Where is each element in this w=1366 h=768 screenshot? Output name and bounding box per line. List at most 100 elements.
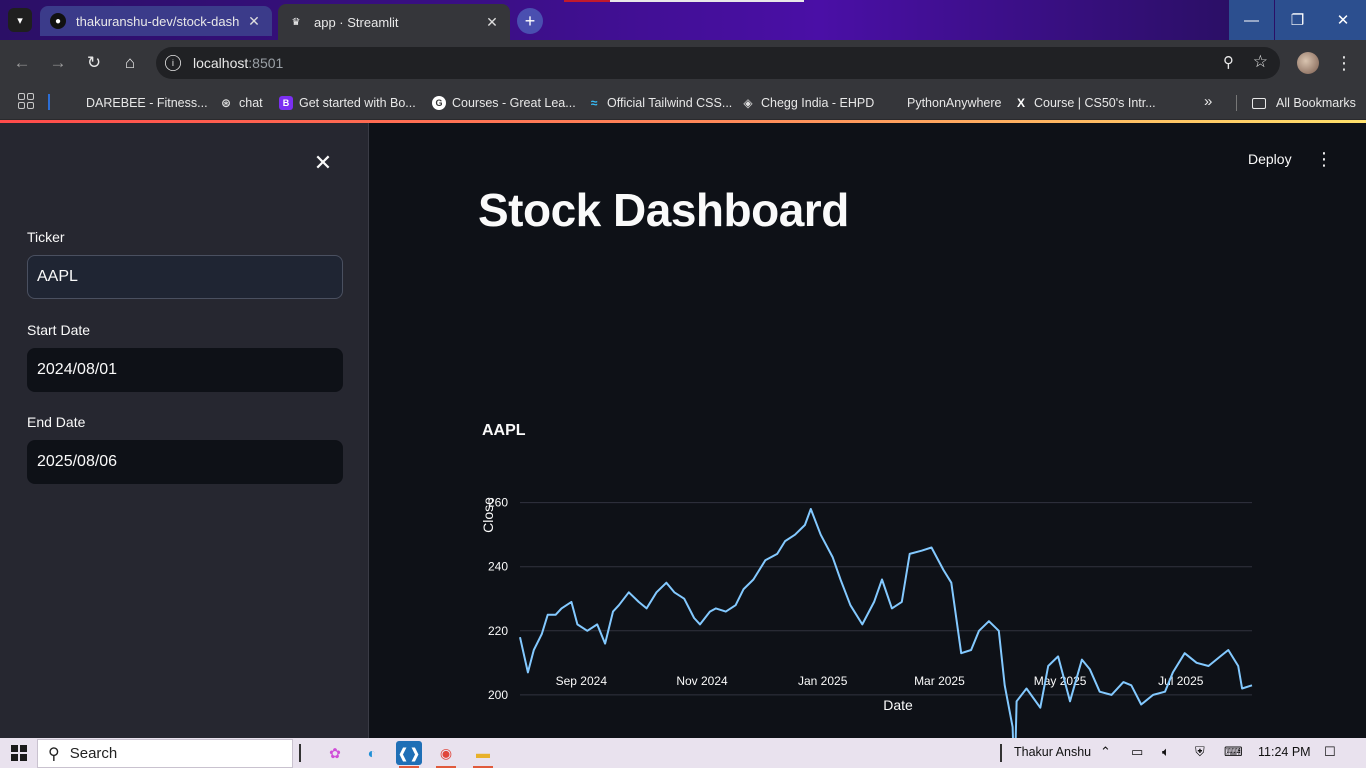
tab-title: app · Streamlit [314, 14, 399, 30]
keyboard-icon[interactable]: ⌨ [1224, 744, 1243, 760]
copilot-icon[interactable]: ✿ [322, 741, 348, 765]
ticker-label: Ticker [27, 229, 65, 245]
bookmark-star-icon[interactable]: ☆ [1253, 52, 1268, 72]
bookmark-tailwind[interactable]: ≈ Official Tailwind CSS... [587, 92, 733, 114]
page-title: Stock Dashboard [478, 184, 849, 236]
profile-avatar[interactable] [1297, 52, 1319, 74]
bookmark-label: PythonAnywhere [907, 96, 1002, 110]
x-tick-label: Jan 2025 [798, 674, 848, 688]
x-tick-label: Mar 2025 [914, 674, 965, 688]
tab-search-icon[interactable]: ▾ [8, 8, 32, 32]
window-close-icon[interactable]: ✕ [1320, 0, 1366, 40]
browser-tab-strip: ▾ ● thakuranshu-dev/stock-dashbo ✕ ♛ app… [0, 0, 1366, 40]
clock: 11:24 PM [1258, 745, 1311, 759]
x-axis-label: Date [883, 697, 913, 713]
end-date-input[interactable]: 2025/08/06 [27, 440, 343, 484]
forward-arrow-icon[interactable]: → [46, 51, 70, 75]
y-axis-label: Close [480, 497, 496, 533]
start-date-input[interactable]: 2024/08/01 [27, 348, 343, 392]
tab-streamlit[interactable]: ♛ app · Streamlit ✕ [278, 4, 510, 40]
url-host: localhost [193, 55, 249, 71]
address-bar[interactable]: i localhost:8501 ⚲ ☆ [156, 47, 1280, 79]
user-name: Thakur Anshu [1014, 745, 1092, 759]
y-tick-label: 240 [488, 560, 508, 574]
bookmark-label: DAREBEE - Fitness... [86, 96, 208, 110]
bookmark-label: Course | CS50's Intr... [1034, 96, 1156, 110]
notifications-icon[interactable]: ☐ [1324, 744, 1336, 760]
all-bookmarks-label: All Bookmarks [1276, 96, 1356, 110]
bookmarks-separator [48, 94, 50, 110]
apps-grid-icon[interactable] [18, 93, 34, 109]
x-tick-label: Jul 2025 [1158, 674, 1204, 688]
battery-icon[interactable]: ▭ [1131, 744, 1143, 760]
tailwind-icon: ≈ [590, 96, 598, 110]
pythonanywhere-icon [887, 96, 901, 110]
close-icon[interactable]: ✕ [484, 14, 500, 31]
chart-title: AAPL [482, 422, 526, 439]
volume-icon[interactable]: 🔈︎ [1162, 744, 1170, 760]
url-port: :8501 [248, 55, 284, 71]
security-icon[interactable]: ⛨ [1195, 744, 1205, 760]
bookmark-label: Get started with Bo... [299, 96, 416, 110]
chrome-icon[interactable]: ◉ [433, 741, 459, 768]
bookmark-pythonanywhere[interactable]: PythonAnywhere [887, 92, 1002, 114]
close-icon[interactable]: ✕ [246, 13, 262, 30]
bookmark-darebee[interactable]: DAREBEE - Fitness... [66, 92, 208, 114]
bookmark-label: Courses - Great Lea... [452, 96, 576, 110]
zoom-icon[interactable]: ⚲ [1223, 53, 1234, 71]
sidebar: ✕ Ticker AAPL Start Date 2024/08/01 End … [0, 123, 369, 738]
google-icon: G [432, 96, 446, 110]
tab-title: thakuranshu-dev/stock-dashbo [76, 13, 240, 29]
x-tick-label: Nov 2024 [676, 674, 728, 688]
site-info-icon[interactable]: i [165, 55, 181, 71]
y-tick-label: 200 [488, 688, 508, 702]
deploy-button[interactable]: Deploy [1248, 151, 1292, 167]
bookmark-chegg[interactable]: ◈ Chegg India - EHPD [741, 92, 874, 114]
home-icon[interactable]: ⌂ [118, 51, 142, 75]
strip-decoration [610, 0, 804, 2]
bookmark-cs50[interactable]: X Course | CS50's Intr... [1014, 92, 1156, 114]
chevron-up-icon[interactable]: ⌃ [1100, 744, 1111, 760]
bookmarks-bar: DAREBEE - Fitness... ⊛ chat B Get started … [0, 86, 1366, 120]
bookmark-label: Chegg India - EHPD [761, 96, 875, 110]
kebab-menu-icon[interactable]: ⋮ [1314, 149, 1334, 170]
reload-icon[interactable]: ↻ [82, 51, 106, 75]
taskbar: ⚲ Search ✿ ◐ ❰❱ ◉ ▬ Thakur Anshu ⌃ ▭ 🔈︎ ⛨… [0, 738, 1366, 768]
github-icon: ● [50, 13, 66, 29]
bookmark-chat[interactable]: ⊛ chat [219, 92, 263, 114]
end-date-label: End Date [27, 414, 86, 430]
bookmark-label: Official Tailwind CSS... [607, 96, 733, 110]
taskbar-search[interactable]: ⚲ Search [37, 739, 293, 768]
main-content: Deploy ⋮ Stock Dashboard AAPL 1802002202… [370, 123, 1366, 738]
stock-line-chart: AAPL 180200220240260 Sep 2024Nov 2024Jan… [480, 422, 1253, 738]
windows-start-icon[interactable] [11, 745, 27, 761]
restore-icon[interactable]: ❐ [1275, 0, 1320, 40]
search-placeholder: Search [69, 745, 118, 762]
strip-decoration [564, 0, 610, 2]
back-arrow-icon[interactable]: ← [10, 51, 34, 75]
bookmark-bootstrap[interactable]: B Get started with Bo... [279, 92, 416, 114]
close-icon[interactable]: ✕ [313, 152, 333, 174]
x-tick-label: Sep 2024 [556, 674, 608, 688]
bookmark-label: chat [239, 96, 263, 110]
ticker-input[interactable]: AAPL [27, 255, 343, 299]
taskbar-separator [299, 744, 301, 762]
kebab-menu-icon[interactable]: ⋮ [1335, 51, 1353, 75]
y-tick-label: 220 [488, 624, 508, 638]
minimize-icon[interactable]: — [1229, 0, 1274, 40]
all-bookmarks-button[interactable]: All Bookmarks [1252, 92, 1356, 114]
edge-icon[interactable]: ◐ [359, 741, 385, 765]
darebee-icon [66, 96, 80, 110]
chegg-icon: ◈ [743, 96, 753, 110]
search-icon: ⚲ [48, 745, 60, 763]
vscode-icon[interactable]: ❰❱ [396, 741, 422, 768]
file-explorer-icon[interactable]: ▬ [470, 741, 496, 768]
new-tab-button[interactable]: + [517, 8, 543, 34]
tab-github[interactable]: ● thakuranshu-dev/stock-dashbo ✕ [40, 6, 272, 36]
openai-icon: ⊛ [220, 96, 232, 110]
bookmark-greatlearning[interactable]: G Courses - Great Lea... [432, 92, 576, 114]
chevron-right-icon[interactable]: » [1204, 93, 1212, 110]
start-date-label: Start Date [27, 322, 91, 338]
bootstrap-icon: B [279, 96, 293, 110]
streamlit-icon: ♛ [291, 16, 301, 28]
